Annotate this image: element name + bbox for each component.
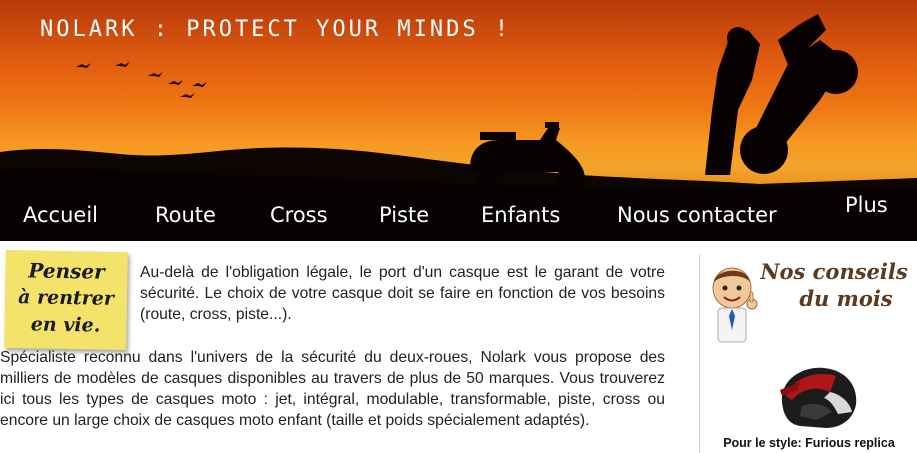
main-nav: Accueil Route Cross Piste Enfants Nous c…: [0, 191, 917, 241]
monthly-advice-panel: Nos conseils du mois Pour le style: Furi…: [699, 254, 917, 453]
nav-item-piste[interactable]: Piste: [379, 203, 429, 227]
birds-icon: [76, 61, 207, 98]
specialist-paragraph: Spécialiste reconnu dans l'univers de la…: [0, 349, 665, 429]
aside-title-line-2: du mois: [799, 286, 893, 311]
intro-paragraph: Au-delà de l'obligation légale, le port …: [140, 264, 665, 323]
nav-item-enfants[interactable]: Enfants: [481, 203, 560, 227]
nav-item-accueil[interactable]: Accueil: [23, 203, 98, 227]
site-title: NOLARK : PROTECT YOUR MINDS !: [40, 17, 512, 42]
helmet-image[interactable]: [772, 362, 862, 434]
main-content: Au-delà de l'obligation légale, le port …: [0, 262, 665, 431]
nav-item-cross[interactable]: Cross: [270, 203, 328, 227]
nav-item-route[interactable]: Route: [155, 203, 216, 227]
helmet-caption: Pour le style: Furious replica: [723, 436, 895, 450]
nav-item-plus[interactable]: Plus: [845, 193, 888, 217]
aside-title: Nos conseils du mois: [754, 258, 914, 312]
aside-title-line-1: Nos conseils: [760, 259, 908, 284]
header-banner: NOLARK : PROTECT YOUR MINDS ! Accueil Ro…: [0, 0, 917, 241]
motorbike-riders-icon: [705, 14, 858, 175]
nav-item-nous-contacter[interactable]: Nous contacter: [617, 203, 777, 227]
